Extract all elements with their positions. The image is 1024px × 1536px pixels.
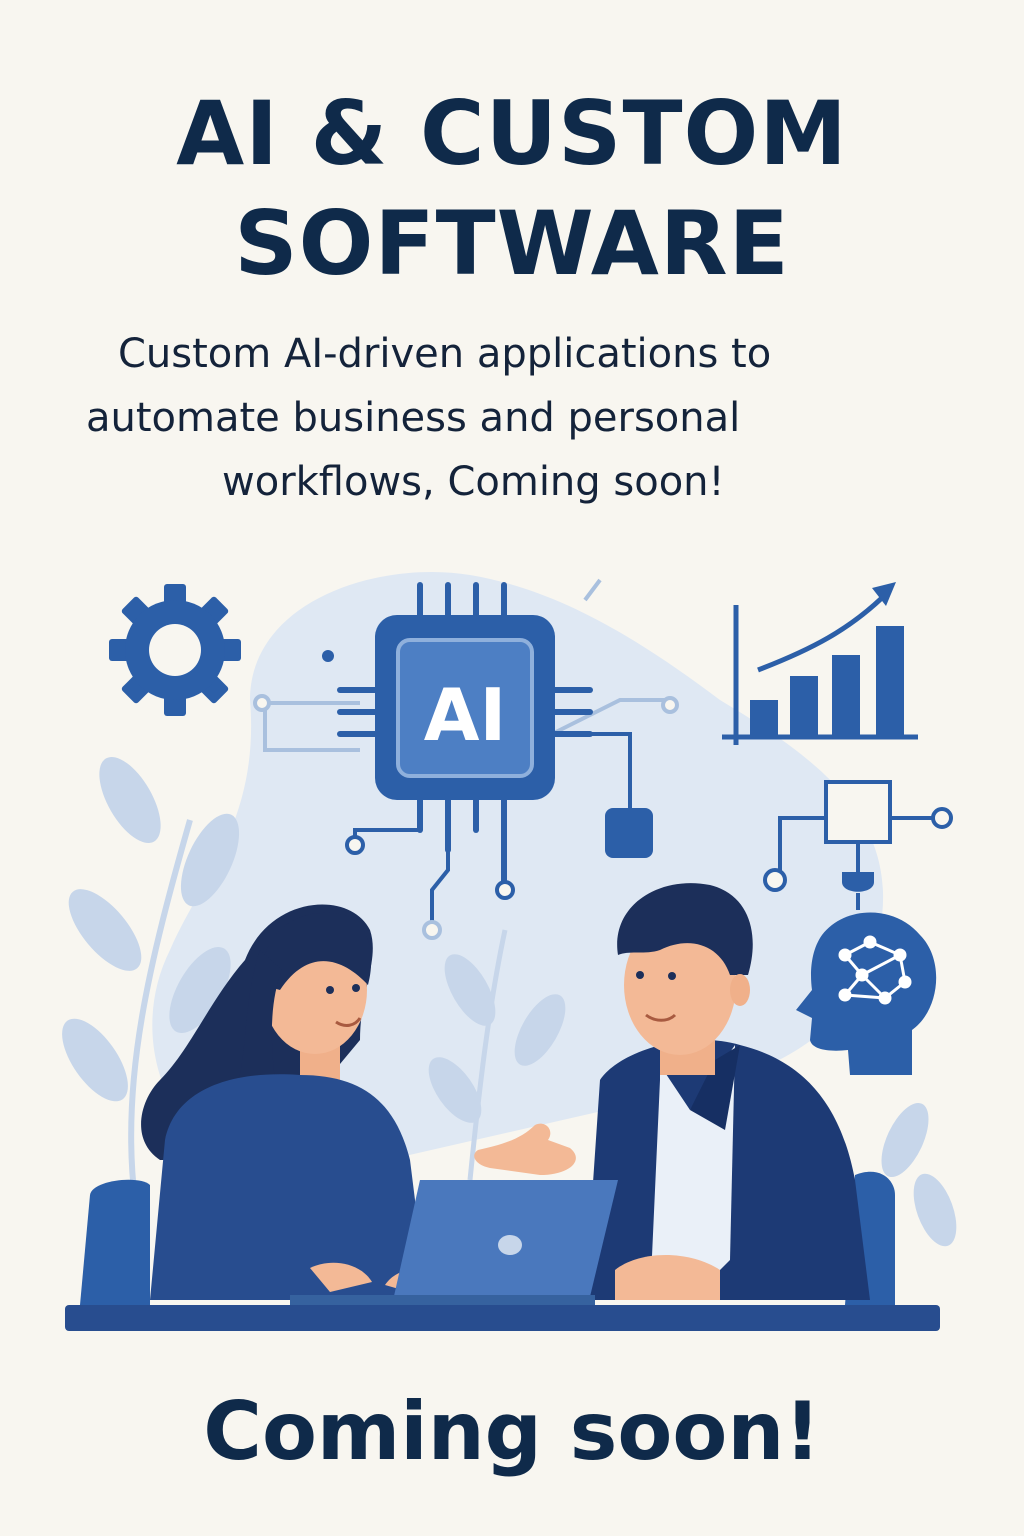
page-title-line2: SOFTWARE <box>234 192 790 295</box>
office-illustration: AI <box>62 571 957 1331</box>
desk <box>65 1305 940 1331</box>
coming-soon-tagline: Coming soon! <box>203 1385 821 1478</box>
bar-chart-growth-icon <box>722 582 918 745</box>
ai-chip-label: AI <box>424 673 507 757</box>
poster: AI & CUSTOM SOFTWARE Custom AI-driven ap… <box>0 0 1024 1536</box>
circuit-node <box>253 694 271 712</box>
chair-left <box>80 1179 150 1305</box>
description-line1: Custom AI-driven applications to <box>118 331 772 377</box>
flow-node <box>931 807 953 829</box>
description-line3: workflows, Coming soon! <box>222 459 725 505</box>
circuit-node <box>661 696 679 714</box>
flow-node <box>763 868 787 892</box>
description-line2: automate business and personal <box>86 395 741 441</box>
gear-icon <box>109 584 241 716</box>
page-title-line1: AI & CUSTOM <box>176 82 848 185</box>
flow-connector <box>842 872 874 892</box>
